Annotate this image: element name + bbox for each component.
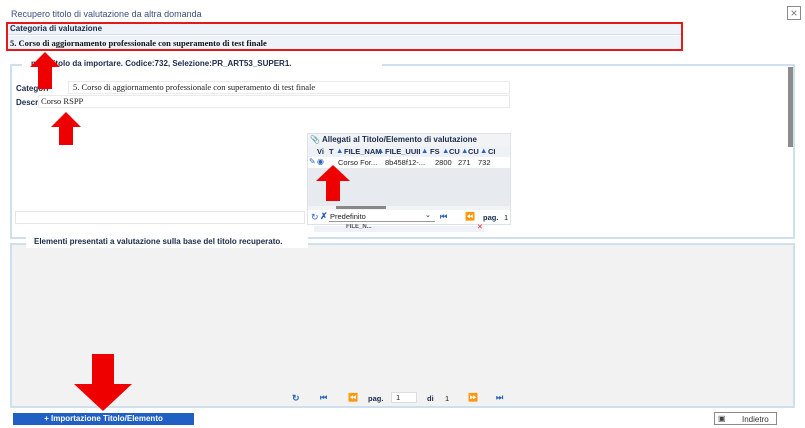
attachments-title: Allegati al Titolo/Elemento di valutazio… xyxy=(322,135,477,144)
back-button-label: Indietro xyxy=(742,415,769,424)
preset-select[interactable]: Predefinito ⌄ xyxy=(329,211,435,222)
imported-title-legend: nuto titolo da importare. Codice:732, Se… xyxy=(22,58,382,70)
attachments-header: 📎 Allegati al Titolo/Elemento di valutaz… xyxy=(308,134,510,146)
cell-file-uuid: 8b458f12-... xyxy=(385,158,426,167)
column-file-uuid[interactable]: FILE_UUII xyxy=(385,147,420,156)
filter-label: FILE_N... xyxy=(346,224,372,230)
column-cu-1[interactable]: CU xyxy=(449,147,460,156)
close-icon[interactable]: × xyxy=(787,6,801,20)
first-page-icon[interactable]: ⏮ xyxy=(320,393,327,403)
preset-select-value: Predefinito xyxy=(330,212,366,221)
import-title-button[interactable]: + Importazione Titolo/Elemento xyxy=(13,413,194,425)
dialog-titlebar: Recupero titolo di valutazione da altra … xyxy=(4,6,801,22)
back-icon: ▣ xyxy=(718,414,726,423)
column-file-name[interactable]: FILE_NAM xyxy=(344,147,382,156)
column-ci[interactable]: CI xyxy=(488,147,496,156)
cell-fs: 2800 xyxy=(435,158,452,167)
refresh-icon[interactable]: ↻ xyxy=(292,393,300,404)
refresh-icon[interactable]: ↻ xyxy=(311,212,319,223)
empty-field xyxy=(15,211,305,224)
column-vi[interactable]: Vi xyxy=(317,147,324,156)
next-page-icon[interactable]: ⏩ xyxy=(468,393,478,402)
column-fs[interactable]: FS xyxy=(430,147,440,156)
cell-cu-1: 271 xyxy=(458,158,471,167)
attachments-pager: ↻ ✗ Predefinito ⌄ ⏮ ⏪ pag. 1 xyxy=(308,210,510,224)
prev-page-icon[interactable]: ⏪ xyxy=(465,212,475,221)
page-input[interactable]: 1 xyxy=(504,213,508,222)
highlight-box xyxy=(6,22,683,51)
column-cu-2[interactable]: CU xyxy=(468,147,479,156)
presented-elements-legend: Elementi presentati a valutazione sulla … xyxy=(26,236,308,248)
sort-icon[interactable]: ▲ xyxy=(336,146,343,155)
category-field[interactable]: 5. Corso di aggiornamento professionale … xyxy=(68,81,510,94)
attachments-column-headers: Vi T ▲ FILE_NAM ▲ FILE_UUII ▲ FS ▲ CU ▲ … xyxy=(308,146,510,157)
paperclip-icon: 📎 xyxy=(310,135,320,144)
of-label: di xyxy=(427,394,434,403)
annotation-arrow xyxy=(74,354,132,411)
cell-cu-2: 732 xyxy=(478,158,491,167)
attachments-filter-row: FILE_N... ✕ xyxy=(314,223,484,232)
horizontal-scrollbar[interactable] xyxy=(336,206,386,209)
annotation-arrow xyxy=(51,112,81,145)
descr-field[interactable]: Corso RSPP xyxy=(38,95,510,108)
sort-icon[interactable]: ▲ xyxy=(480,146,487,155)
edit-icon[interactable]: ✎ xyxy=(309,157,316,166)
first-page-icon[interactable]: ⏮ xyxy=(440,212,447,222)
page-input[interactable]: 1 xyxy=(391,392,417,403)
annotation-arrow xyxy=(316,165,350,201)
back-button[interactable]: ▣ Indietro xyxy=(714,412,777,425)
panel-scrollbar[interactable] xyxy=(788,67,793,147)
page-label: pag. xyxy=(368,394,384,403)
dialog-title: Recupero titolo di valutazione da altra … xyxy=(11,9,202,19)
sort-icon[interactable]: ▲ xyxy=(377,146,384,155)
chevron-down-icon: ⌄ xyxy=(425,212,431,219)
close-icon[interactable]: ✕ xyxy=(477,223,483,231)
clear-filter-icon[interactable]: ✗ xyxy=(320,211,328,222)
sort-icon[interactable]: ▲ xyxy=(421,146,428,155)
descr-label: Descr. xyxy=(16,98,41,107)
column-t[interactable]: T xyxy=(329,147,334,156)
page-label: pag. xyxy=(483,213,499,222)
total-pages: 1 xyxy=(445,394,450,403)
annotation-arrow xyxy=(30,52,60,89)
prev-page-icon[interactable]: ⏪ xyxy=(348,393,358,402)
last-page-icon[interactable]: ⏭ xyxy=(496,393,503,403)
